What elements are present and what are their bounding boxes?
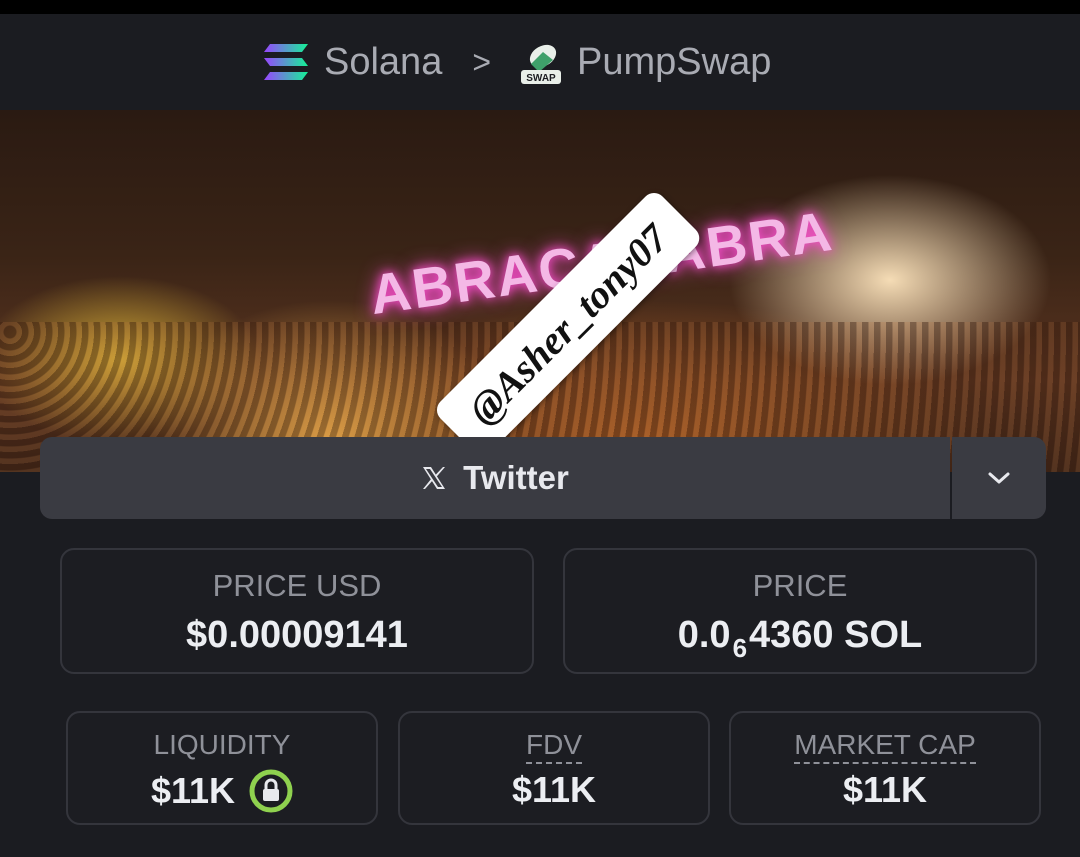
solana-logo-icon bbox=[264, 44, 308, 80]
liquidity-label: LIQUIDITY bbox=[153, 729, 291, 760]
market-cap-value: $11K bbox=[842, 769, 928, 810]
price-usd-value: $0.00009141 bbox=[186, 614, 408, 656]
price-sol-label: PRICE bbox=[752, 568, 848, 603]
twitter-label: Twitter bbox=[463, 459, 569, 496]
fdv-value: $11K bbox=[511, 769, 597, 810]
chevron-down-icon bbox=[988, 472, 1010, 484]
price-usd-card: PRICE USD $0.00009141 bbox=[60, 548, 534, 674]
market-cap-card: MARKET CAP $11K bbox=[729, 711, 1041, 825]
price-sol-prefix: 0.0 bbox=[677, 614, 731, 656]
liquidity-value-row: $11K bbox=[68, 769, 376, 813]
market-cap-label[interactable]: MARKET CAP bbox=[794, 729, 976, 764]
price-sol-suffix: 4360 SOL bbox=[749, 614, 923, 656]
x-logo-icon bbox=[423, 467, 446, 489]
fdv-card: FDV $11K bbox=[398, 711, 710, 825]
liquidity-value: $11K bbox=[150, 770, 236, 811]
price-usd-label: PRICE USD bbox=[212, 568, 382, 603]
header: Solana > SWAP PumpSwap bbox=[0, 14, 1080, 110]
price-sol-card: PRICE 0.064360 SOL bbox=[563, 548, 1037, 674]
socials-dropdown-button[interactable] bbox=[952, 437, 1046, 519]
lock-icon[interactable] bbox=[249, 769, 293, 813]
price-sol-value: 0.064360 SOL bbox=[565, 614, 1035, 663]
liquidity-card: LIQUIDITY $11K bbox=[66, 711, 378, 825]
token-banner-image: ABRACADABRA @Asher_tony07 bbox=[0, 110, 1080, 472]
status-strip bbox=[0, 0, 1080, 14]
chain-link[interactable]: Solana bbox=[324, 41, 442, 84]
pumpswap-logo-icon: SWAP bbox=[521, 44, 562, 84]
social-links-row: Twitter bbox=[40, 437, 1046, 519]
breadcrumb-separator: > bbox=[472, 43, 492, 80]
fdv-label[interactable]: FDV bbox=[526, 729, 582, 764]
twitter-button[interactable]: Twitter bbox=[40, 437, 950, 519]
swap-badge-text: SWAP bbox=[526, 73, 556, 84]
breadcrumb: Solana > SWAP PumpSwap bbox=[262, 38, 771, 86]
price-sol-zero-count: 6 bbox=[732, 633, 748, 663]
dex-link[interactable]: PumpSwap bbox=[577, 41, 771, 84]
